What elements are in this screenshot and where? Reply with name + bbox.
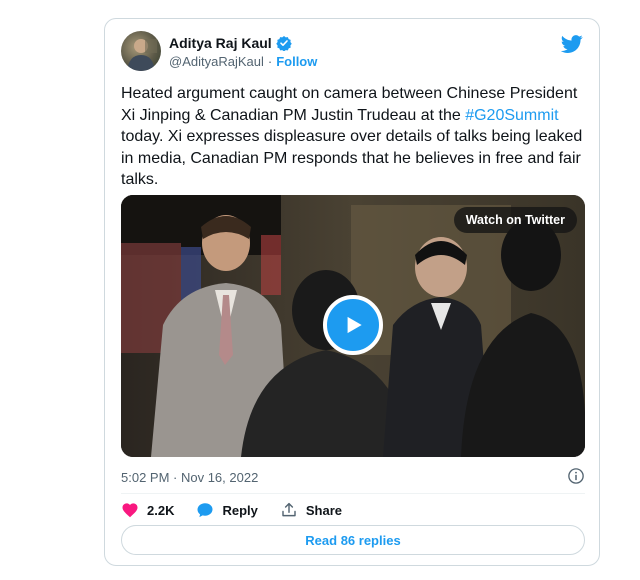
reply-button[interactable]: Reply (196, 501, 258, 519)
share-button[interactable]: Share (280, 501, 342, 519)
separator-dot: · (267, 54, 273, 69)
like-button[interactable]: 2.2K (121, 501, 174, 519)
tweet-card: Aditya Raj Kaul @AdityaRajKaul · Follow … (104, 18, 600, 566)
author-handle[interactable]: @AdityaRajKaul (169, 54, 264, 69)
verified-badge-icon (275, 35, 292, 51)
hashtag-link[interactable]: #G20Summit (465, 107, 558, 124)
tweet-text: Heated argument caught on camera between… (121, 83, 587, 191)
play-button[interactable] (323, 295, 383, 355)
like-count: 2.2K (147, 502, 175, 518)
watch-on-twitter-button[interactable]: Watch on Twitter (453, 207, 577, 233)
tweet-actions: 2.2K Reply Share (121, 499, 364, 521)
share-icon (282, 502, 296, 517)
twitter-bird-icon[interactable] (560, 33, 583, 55)
avatar[interactable] (121, 31, 161, 71)
play-icon (347, 316, 362, 334)
tweet-meta: 5:02 PM · Nov 16, 2022 (121, 467, 585, 487)
follow-button[interactable]: Follow (276, 54, 317, 69)
reply-bubble-icon (197, 503, 213, 518)
read-replies-button[interactable]: Read 86 replies (121, 525, 585, 555)
video-player[interactable]: Watch on Twitter (121, 195, 585, 457)
divider (121, 493, 585, 494)
author-display-name[interactable]: Aditya Raj Kaul (169, 35, 272, 51)
tweet-text-end: today. Xi expresses displeasure over det… (121, 128, 583, 188)
timestamp[interactable]: 5:02 PM · Nov 16, 2022 (121, 470, 258, 485)
heart-icon (122, 503, 138, 518)
author-info: Aditya Raj Kaul @AdityaRajKaul · Follow (169, 33, 317, 70)
info-icon[interactable] (567, 467, 585, 485)
reply-label: Reply (222, 502, 258, 518)
share-label: Share (305, 502, 343, 518)
